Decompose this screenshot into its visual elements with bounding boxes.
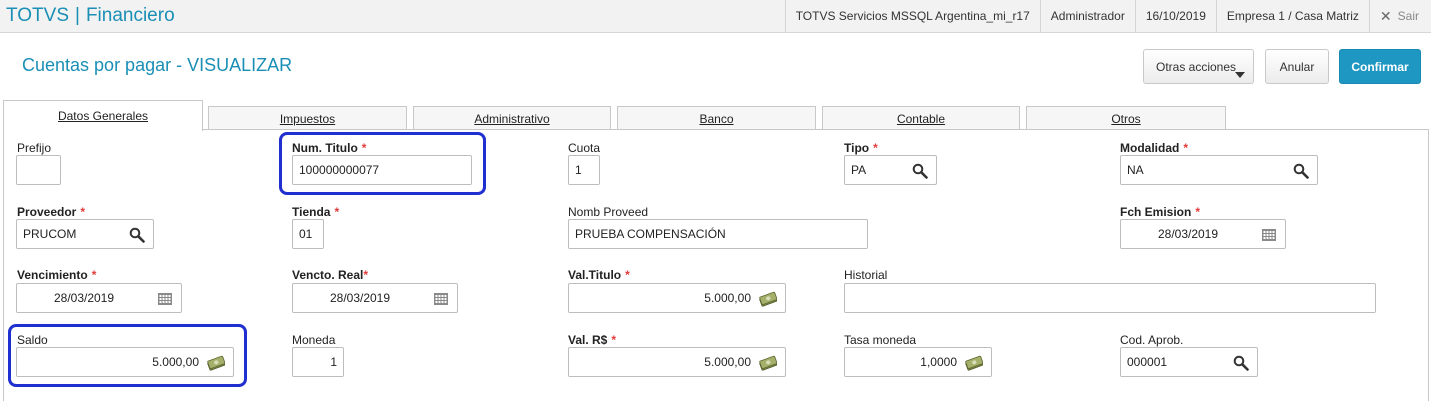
historial-label: Historial [844, 268, 888, 282]
cod-aprob-value: 000001 [1127, 355, 1168, 369]
fch-emision-label: Fch Emision * [1120, 205, 1201, 219]
fch-emision-value: 28/03/2019 [1157, 227, 1219, 241]
tab-otros[interactable]: Otros [1026, 106, 1226, 130]
calendar-icon[interactable] [157, 291, 173, 307]
vencto-real-label: Vencto. Real* [292, 268, 369, 282]
vencto-real-value: 28/03/2019 [329, 291, 391, 305]
vencimiento-value: 28/03/2019 [53, 291, 115, 305]
modalidad-label: Modalidad * [1120, 141, 1189, 155]
moneda-label: Moneda [292, 333, 336, 347]
tab-banco[interactable]: Banco [617, 106, 816, 130]
vencimiento-label: Vencimiento * [17, 268, 97, 282]
modalidad-field[interactable]: NA [1120, 155, 1318, 185]
historial-field[interactable] [844, 283, 1376, 313]
module-name: Financiero [85, 5, 175, 26]
nomb-proveed-value: PRUEBA COMPENSACIÓN [575, 227, 726, 241]
tasa-moneda-field[interactable]: 1,0000 [844, 347, 992, 377]
tab-datos-generales[interactable]: Datos Generales [3, 100, 203, 131]
date-label: 16/10/2019 [1134, 0, 1216, 32]
tipo-field[interactable]: PA [844, 155, 937, 185]
prefijo-label: Prefijo [17, 141, 52, 155]
more-actions-label: Otras acciones [1156, 59, 1237, 74]
moneda-field[interactable]: 1 [292, 347, 344, 377]
proveedor-value: PRUCOM [23, 227, 77, 241]
calendar-icon[interactable] [433, 291, 449, 307]
val-titulo-field[interactable]: 5.000,00 [568, 283, 786, 313]
val-rs-value: 5.000,00 [704, 355, 751, 369]
environment-label: TOTVS Servicios MSSQL Argentina_mi_r17 [784, 0, 1040, 32]
cuota-field[interactable]: 1 [568, 155, 600, 185]
cod-aprob-field[interactable]: 000001 [1120, 347, 1258, 377]
tienda-field[interactable]: 01 [292, 219, 324, 249]
tasa-moneda-label: Tasa moneda [844, 333, 917, 347]
chevron-down-icon [1235, 72, 1245, 78]
session-info: TOTVS Servicios MSSQL Argentina_mi_r17 A… [784, 0, 1431, 32]
company-label: Empresa 1 / Casa Matriz [1215, 0, 1369, 32]
money-icon[interactable] [759, 291, 777, 307]
top-bar: TOTVS | Financiero TOTVS Servicios MSSQL A… [0, 0, 1431, 33]
search-icon[interactable] [129, 227, 145, 243]
confirm-label: Confirmar [1351, 59, 1409, 74]
val-titulo-label: Val.Titulo * [568, 268, 630, 282]
nomb-proveed-field[interactable]: PRUEBA COMPENSACIÓN [568, 219, 868, 249]
val-rs-label: Val. R$ * [568, 333, 617, 347]
tab-bar: Datos Generales Impuestos Administrativo… [0, 100, 1431, 131]
close-icon: ✕ [1379, 8, 1392, 24]
tienda-value: 01 [299, 227, 313, 241]
title-separator: | [75, 5, 80, 26]
exit-button[interactable]: ✕ Sair [1368, 0, 1431, 32]
cod-aprob-label: Cod. Aprob. [1120, 333, 1184, 347]
tipo-value: PA [851, 163, 867, 177]
app-title: TOTVS | Financiero [6, 5, 175, 27]
tasa-moneda-value: 1,0000 [920, 355, 957, 369]
val-titulo-value: 5.000,00 [704, 291, 751, 305]
nomb-proveed-label: Nomb Proveed [568, 205, 649, 219]
confirm-button[interactable]: Confirmar [1339, 49, 1421, 84]
search-icon[interactable] [1293, 163, 1309, 179]
vencimiento-field[interactable]: 28/03/2019 [16, 283, 182, 313]
money-icon[interactable] [965, 355, 983, 371]
app-name: TOTVS [6, 5, 69, 26]
cuota-value: 1 [575, 163, 582, 177]
search-icon[interactable] [912, 163, 928, 179]
cuota-label: Cuota [568, 141, 601, 155]
proveedor-label: Proveedor * [17, 205, 86, 219]
exit-label: Sair [1397, 9, 1419, 23]
cancel-label: Anular [1279, 59, 1315, 74]
vencto-real-field[interactable]: 28/03/2019 [292, 283, 458, 313]
calendar-icon[interactable] [1261, 227, 1277, 243]
val-rs-field[interactable]: 5.000,00 [568, 347, 786, 377]
highlight-saldo [8, 324, 247, 387]
tipo-label: Tipo * [844, 141, 878, 155]
prefijo-field[interactable] [16, 155, 61, 185]
tab-administrativo[interactable]: Administrativo [413, 106, 611, 130]
tab-contable[interactable]: Contable [822, 106, 1020, 130]
cancel-button[interactable]: Anular [1265, 49, 1329, 84]
highlight-num-titulo [279, 132, 486, 195]
search-icon[interactable] [1233, 355, 1249, 371]
tienda-label: Tienda * [292, 205, 340, 219]
money-icon[interactable] [759, 355, 777, 371]
more-actions-button[interactable]: Otras acciones [1143, 49, 1254, 84]
page-title: Cuentas por pagar - VISUALIZAR [22, 55, 293, 75]
user-label: Administrador [1039, 0, 1135, 32]
modalidad-value: NA [1127, 163, 1144, 177]
tab-impuestos[interactable]: Impuestos [208, 106, 407, 130]
fch-emision-field[interactable]: 28/03/2019 [1120, 219, 1286, 249]
moneda-value: 1 [330, 355, 337, 369]
proveedor-field[interactable]: PRUCOM [16, 219, 154, 249]
